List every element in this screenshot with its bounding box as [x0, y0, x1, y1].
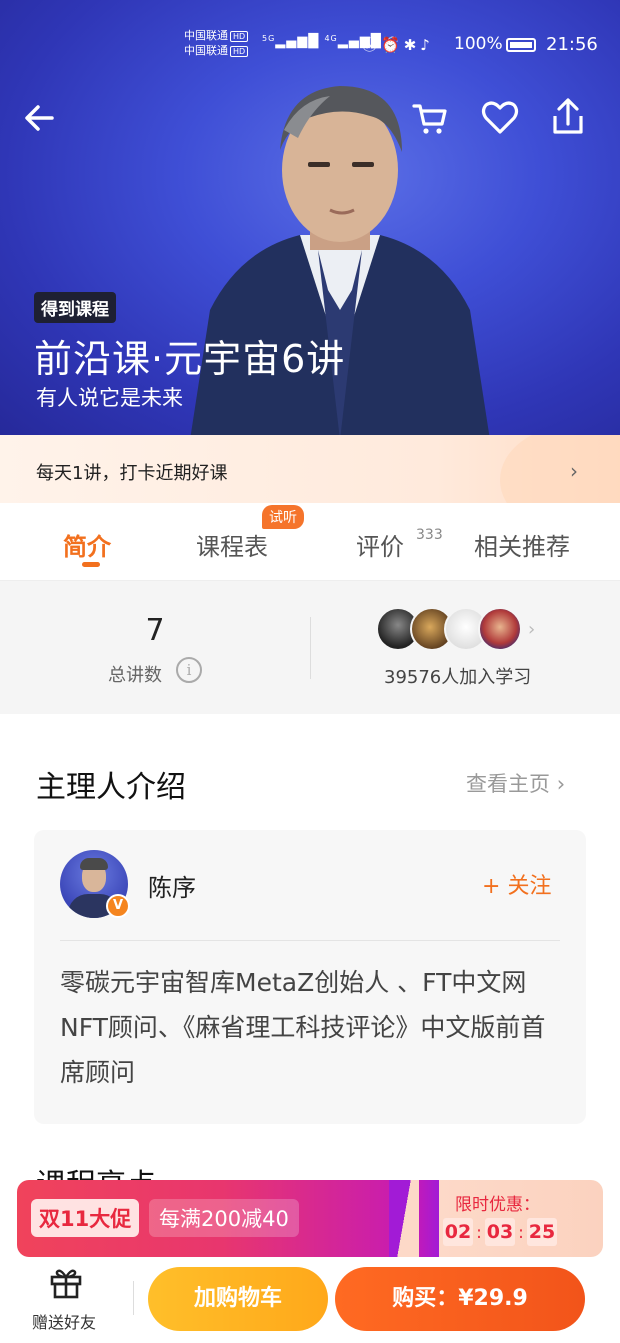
countdown-timer: 02:03:25 [443, 1218, 557, 1246]
share-icon[interactable] [548, 96, 588, 138]
host-bio: 零碳元宇宙智库MetaZ创始人 、FT中文网NFT顾问、《麻省理工科技评论》中文… [60, 968, 546, 1087]
daily-banner-text: 每天1讲，打卡近期好课 [36, 463, 228, 484]
course-stats: 7 总讲数 i › 39576人加入学习 [0, 581, 620, 714]
cart-icon[interactable] [410, 98, 450, 138]
hd-badge: HD [230, 46, 249, 57]
learner-avatar [478, 607, 522, 651]
countdown-hours: 02 [443, 1218, 473, 1246]
add-to-cart-button[interactable]: 加购物车 [148, 1267, 328, 1331]
plus-icon: + [482, 874, 501, 899]
view-homepage-link[interactable]: 查看主页 › [466, 768, 565, 798]
chevron-right-icon: › [528, 619, 536, 640]
follow-button[interactable]: + 关注 [482, 868, 551, 900]
bottom-action-bar: 赠送好友 加购物车 购买：¥29.9 [0, 1257, 620, 1343]
banner-decoration [500, 435, 620, 503]
signal-icon: ▂▄▆█ [275, 34, 320, 49]
tab-schedule[interactable]: 课程表 [196, 527, 268, 562]
view-homepage-label: 查看主页 [466, 772, 550, 796]
battery-icon [506, 38, 536, 52]
hd-badge: HD [230, 31, 249, 42]
countdown-minutes: 03 [485, 1218, 515, 1246]
gift-icon[interactable] [48, 1267, 84, 1299]
buy-button[interactable]: 购买：¥29.9 [335, 1267, 585, 1331]
active-tab-indicator [82, 562, 100, 567]
chevron-right-icon: › [570, 459, 578, 483]
divider [60, 940, 560, 941]
tab-bar: 简介 课程表 评价 相关推荐 [0, 503, 620, 581]
host-section-title: 主理人介绍 [36, 770, 186, 805]
carrier-2: 中国联通 [184, 44, 228, 57]
verified-icon: V [106, 894, 130, 918]
countdown-separator: : [476, 1223, 482, 1243]
stats-divider [310, 617, 311, 679]
gift-friend-label[interactable]: 赠送好友 [32, 1309, 96, 1333]
follow-label: 关注 [507, 874, 552, 899]
brand-tag: 得到课程 [34, 292, 116, 323]
divider [133, 1281, 134, 1315]
host-card: V 陈序 + 关注 零碳元宇宙智库MetaZ创始人 、FT中文网NFT顾问、《麻… [34, 830, 586, 1124]
lecture-count-label: 总讲数 [108, 665, 162, 686]
learners-count: 39576人加入学习 [384, 667, 532, 688]
countdown-separator: : [518, 1223, 524, 1243]
promo-offer-label: 每满200减40 [149, 1199, 299, 1237]
carrier-1: 中国联通 [184, 29, 228, 42]
course-subtitle: 有人说它是未来 [36, 386, 183, 410]
network-label-2: 4G [324, 34, 338, 43]
course-title: 前沿课·元宇宙6讲 [34, 337, 346, 381]
status-time: 21:56 [546, 34, 598, 55]
hero-banner: 中国联通 HD 中国联通 HD 5G▂▄▆█ 4G▂▄▆█ ◠ Ⓝ⏰✱♪ 100% … [0, 0, 620, 435]
info-icon[interactable]: i [176, 657, 202, 683]
host-name[interactable]: 陈序 [148, 868, 196, 903]
heart-icon[interactable] [480, 98, 520, 138]
limited-offer-label: 限时优惠： [455, 1195, 540, 1215]
tab-intro[interactable]: 简介 [63, 527, 111, 562]
promo-event-label: 双11大促 [31, 1199, 140, 1237]
countdown-seconds: 25 [527, 1218, 557, 1246]
battery-percent: 100% [454, 34, 503, 54]
trial-badge: 试听 [262, 505, 304, 529]
promo-divider-shape [389, 1180, 419, 1257]
tab-reviews[interactable]: 评价 [356, 527, 404, 562]
back-arrow-icon[interactable] [22, 98, 58, 138]
avatar-hair [80, 858, 108, 870]
chevron-right-icon: › [556, 772, 566, 796]
promo-bar[interactable]: 双11大促 每满200减40 限时优惠： 02:03:25 [17, 1180, 603, 1257]
learner-avatars[interactable] [376, 607, 536, 651]
carrier-info: 中国联通 HD 中国联通 HD [184, 28, 249, 58]
daily-checkin-banner[interactable]: 每天1讲，打卡近期好课 › [0, 435, 620, 503]
mute-icon: ♪ [420, 36, 434, 54]
status-bar: 中国联通 HD 中国联通 HD 5G▂▄▆█ 4G▂▄▆█ ◠ Ⓝ⏰✱♪ 100% … [0, 28, 620, 64]
tab-recommendations[interactable]: 相关推荐 [474, 527, 570, 562]
system-icons: Ⓝ⏰✱♪ [362, 34, 434, 55]
bluetooth-icon: ✱ [403, 36, 421, 54]
lecture-count: 7 [145, 613, 165, 648]
review-count: 333 [416, 527, 443, 543]
alarm-icon: ⏰ [381, 36, 404, 54]
nfc-icon: Ⓝ [362, 36, 382, 54]
network-label-1: 5G [262, 34, 276, 43]
